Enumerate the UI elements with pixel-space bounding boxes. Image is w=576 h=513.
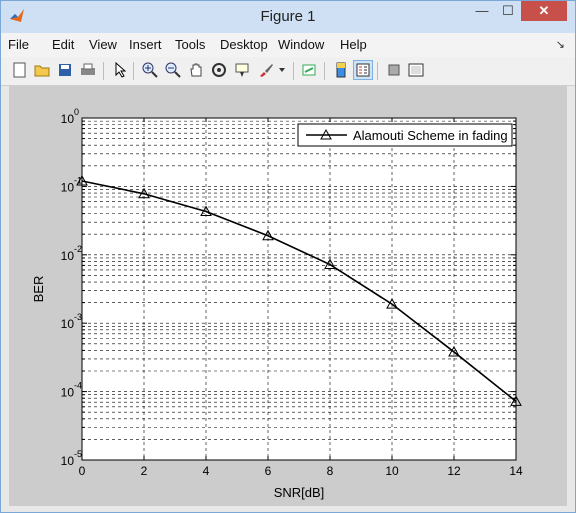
- y-tick-exponent: -4: [74, 381, 82, 391]
- maximize-button[interactable]: ☐: [495, 1, 521, 21]
- open-icon[interactable]: [33, 61, 51, 79]
- figure-toolbar: [1, 57, 575, 86]
- x-axis-label: SNR[dB]: [274, 485, 325, 500]
- colorbar-icon[interactable]: [332, 61, 350, 79]
- pan-icon[interactable]: [187, 61, 205, 79]
- menu-window[interactable]: Window: [278, 37, 324, 52]
- menu-file[interactable]: File: [8, 37, 29, 52]
- brush-icon[interactable]: [257, 61, 275, 79]
- dock-figure-icon[interactable]: ↘: [556, 38, 565, 51]
- y-tick-label: 10: [61, 180, 75, 194]
- data-cursor-icon[interactable]: [233, 61, 251, 79]
- print-icon[interactable]: [79, 61, 97, 79]
- y-tick-label: 10: [61, 317, 75, 331]
- legend-icon[interactable]: [353, 60, 373, 80]
- y-axis-label: BER: [31, 276, 46, 303]
- menu-insert[interactable]: Insert: [129, 37, 162, 52]
- link-icon[interactable]: [300, 61, 318, 79]
- legend: Alamouti Scheme in fading: [297, 123, 513, 147]
- y-tick-exponent: -5: [74, 449, 82, 459]
- y-tick-exponent: 0: [74, 107, 79, 117]
- zoom-out-icon[interactable]: [164, 61, 182, 79]
- y-tick-label: 10: [61, 386, 75, 400]
- y-tick-label: 10: [61, 112, 75, 126]
- menu-edit[interactable]: Edit: [52, 37, 74, 52]
- x-tick-label: 8: [327, 464, 334, 478]
- title-bar[interactable]: Figure 1 — ☐ ✕: [1, 1, 575, 33]
- ber-plot[interactable]: 0 2 4 6 8 10 12 1410 010 -110 -210 -310 -410 -5 SNR[d…: [9, 86, 567, 506]
- legend-label: Alamouti Scheme in fading: [353, 128, 508, 143]
- x-tick-label: 10: [385, 464, 399, 478]
- brush-dropdown-icon[interactable]: [277, 61, 287, 79]
- x-tick-label: 4: [203, 464, 210, 478]
- zoom-in-icon[interactable]: [141, 61, 159, 79]
- y-tick-label: 10: [61, 249, 75, 263]
- x-tick-label: 0: [79, 464, 86, 478]
- y-tick-exponent: -2: [74, 244, 82, 254]
- y-tick-exponent: -3: [74, 312, 82, 322]
- hide-tools-icon[interactable]: [385, 61, 403, 79]
- menu-help[interactable]: Help: [340, 37, 367, 52]
- pointer-icon[interactable]: [111, 61, 129, 79]
- x-tick-label: 12: [447, 464, 461, 478]
- menu-tools[interactable]: Tools: [175, 37, 205, 52]
- axes-box: [81, 117, 517, 461]
- y-tick-label: 10: [61, 454, 75, 468]
- save-icon[interactable]: [56, 61, 74, 79]
- rotate-icon[interactable]: [210, 61, 228, 79]
- figure-window: Figure 1 — ☐ ✕ File Edit View Insert Too…: [0, 0, 576, 513]
- x-tick-label: 14: [509, 464, 523, 478]
- x-tick-label: 2: [141, 464, 148, 478]
- close-button[interactable]: ✕: [521, 1, 567, 21]
- show-tools-icon[interactable]: [407, 61, 425, 79]
- new-figure-icon[interactable]: [11, 61, 29, 79]
- minimize-button[interactable]: —: [469, 1, 495, 21]
- menu-desktop[interactable]: Desktop: [220, 37, 268, 52]
- x-tick-label: 6: [265, 464, 272, 478]
- menu-bar: File Edit View Insert Tools Desktop Wind…: [1, 33, 575, 57]
- figure-canvas: 0 2 4 6 8 10 12 14 10 0 10 -1 10 -2 10 -3 10 -4 10 -5 SNR[d…: [9, 86, 567, 506]
- menu-view[interactable]: View: [89, 37, 117, 52]
